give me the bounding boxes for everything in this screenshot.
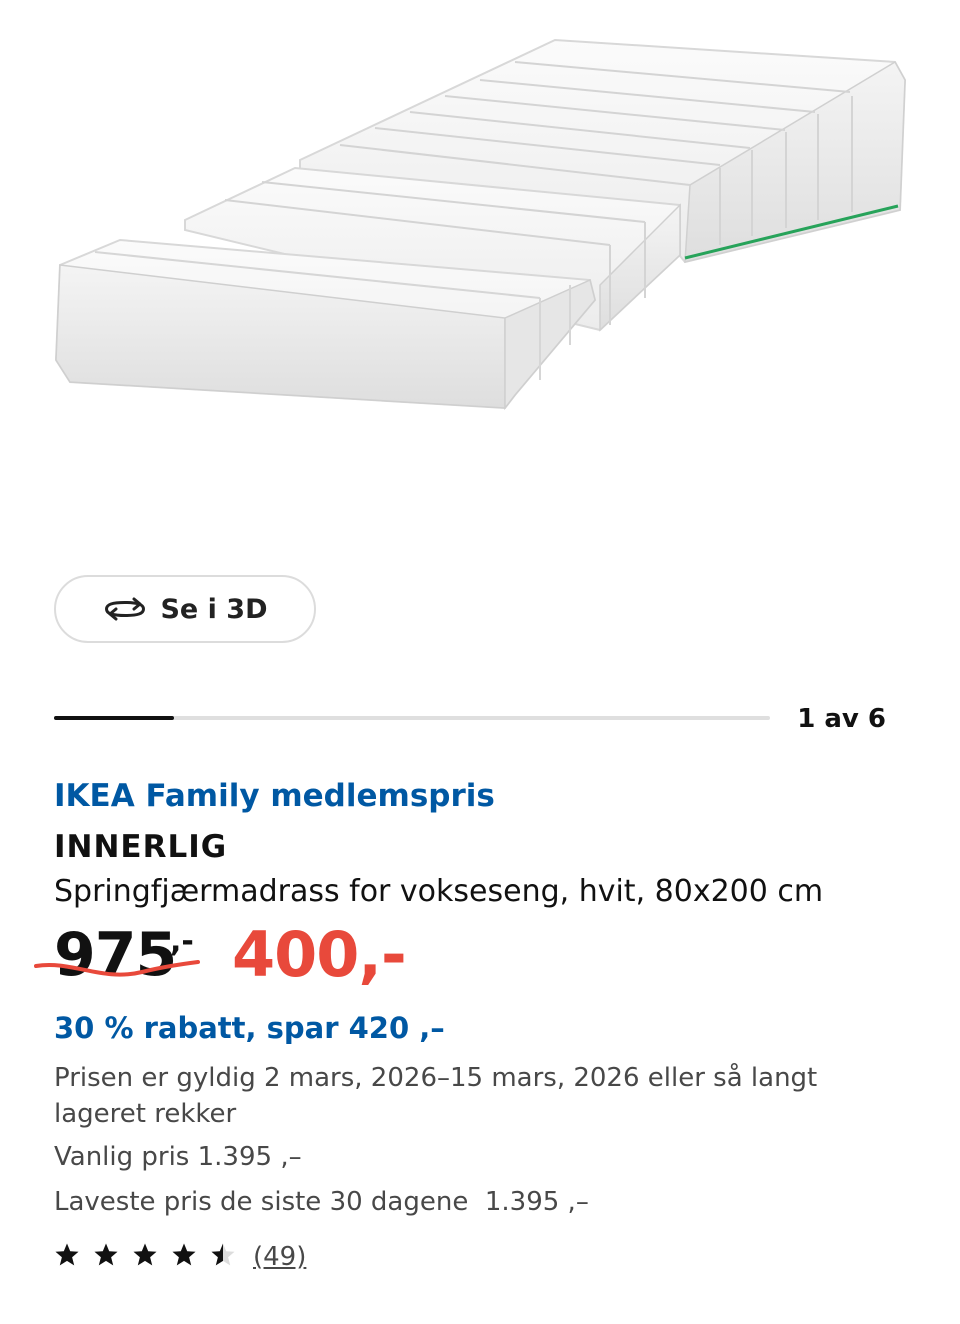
view-3d-button[interactable]: Se i 3D (54, 575, 316, 643)
rotate-3d-icon (102, 594, 148, 624)
gallery-progress-fill (54, 716, 174, 720)
review-count-link[interactable]: (49) (253, 1242, 306, 1272)
star-icon (55, 1243, 79, 1266)
discount-text: 30 % rabatt, spar 420 ,– (54, 1011, 445, 1045)
price-row: 975 ,- 400,- (34, 918, 654, 1000)
family-price-label: IKEA Family medlemspris (54, 778, 495, 814)
view-3d-label: Se i 3D (160, 593, 268, 625)
star-icon (172, 1243, 196, 1266)
gallery-progress-bar (54, 716, 770, 720)
rating[interactable]: (49) (54, 1242, 306, 1272)
star-icon (211, 1243, 235, 1266)
mattress-image (54, 38, 907, 411)
gallery-counter: 1 av 6 (797, 704, 886, 734)
price-validity-text: Prisen er gyldig 2 mars, 2026–15 mars, 2… (54, 1063, 818, 1129)
product-description: Springfjærmadrass for vokseseng, hvit, 8… (54, 874, 824, 909)
lowest-price: Laveste pris de siste 30 dagene 1.395 ,– (54, 1187, 589, 1217)
price-strikethrough (34, 960, 200, 977)
rating-stars (54, 1242, 249, 1272)
sale-price: 400,- (232, 918, 407, 991)
regular-price: Vanlig pris 1.395 ,– (54, 1142, 302, 1172)
star-icon (133, 1243, 157, 1266)
star-icon (94, 1243, 118, 1266)
product-name: INNERLIG (54, 829, 228, 865)
product-image[interactable] (0, 0, 960, 560)
